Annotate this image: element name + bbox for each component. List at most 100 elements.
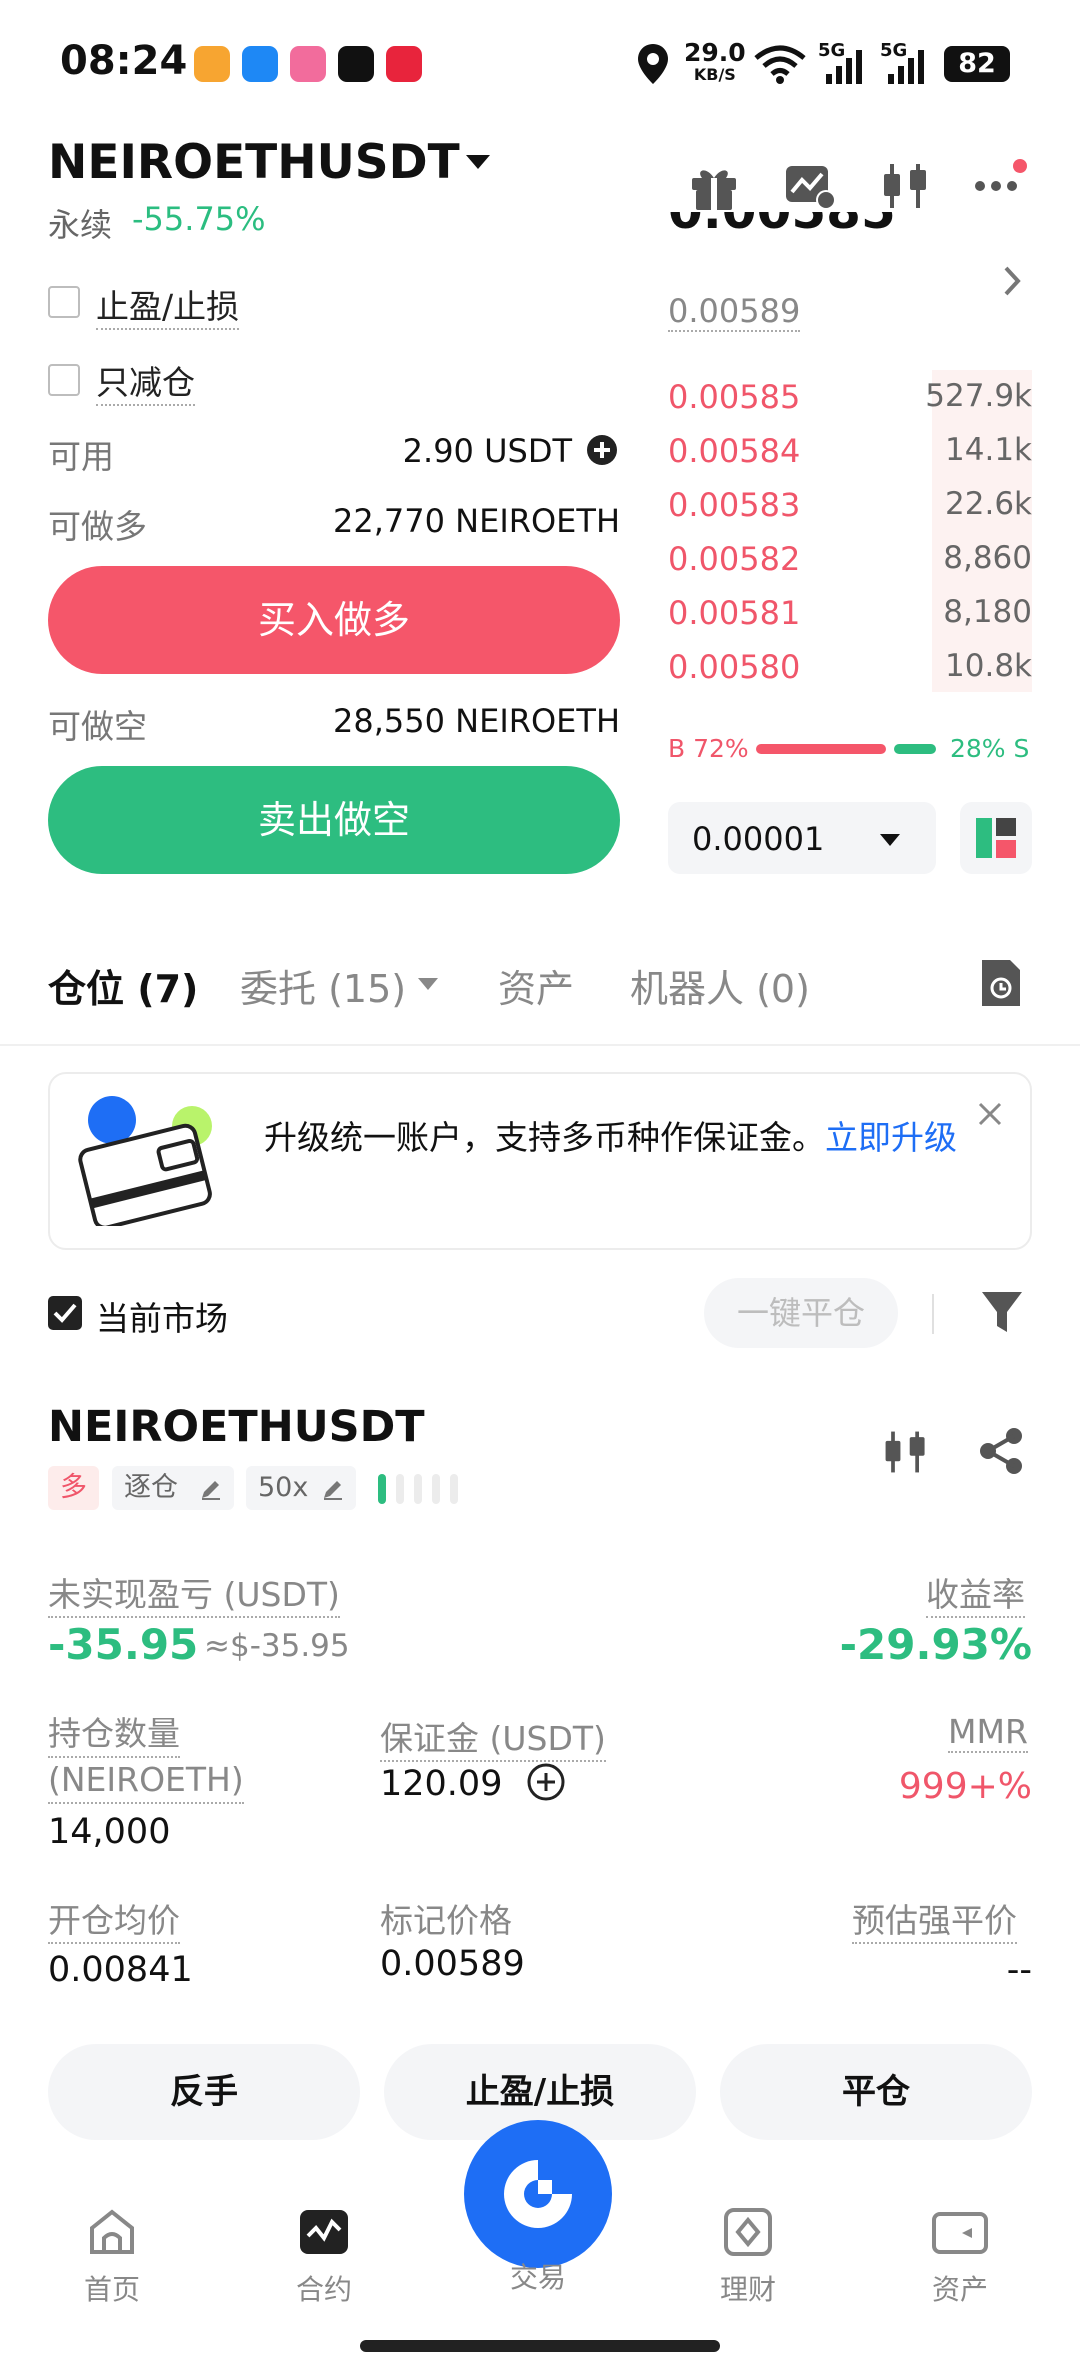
- entry-price-label: 开仓均价: [48, 1894, 180, 1944]
- side-badge: 多: [48, 1466, 99, 1510]
- mmr-label: MMR: [948, 1712, 1028, 1753]
- tp-sl-label[interactable]: 止盈/止损: [96, 280, 240, 330]
- gift-icon[interactable]: [686, 158, 742, 214]
- ask-price[interactable]: 0.00585: [668, 378, 800, 416]
- unrealized-pnl-usd: ≈$-35.95: [204, 1628, 350, 1664]
- earn-icon: [724, 2208, 772, 2256]
- close-all-button[interactable]: 一键平仓: [704, 1278, 898, 1348]
- buy-long-button[interactable]: 买入做多: [48, 566, 620, 674]
- mmr-value: 999+%: [898, 1766, 1032, 1807]
- chevron-down-icon[interactable]: [880, 834, 900, 846]
- position-size-label: 持仓数量 (NEIROETH): [48, 1712, 244, 1804]
- location-icon: [638, 44, 668, 84]
- current-market-label: 当前市场: [96, 1299, 228, 1338]
- long-available-label: 可做多: [48, 507, 147, 546]
- chevron-down-icon[interactable]: [466, 155, 490, 169]
- close-position-button[interactable]: 平仓: [720, 2044, 1032, 2140]
- tick-size-value: 0.00001: [692, 820, 825, 858]
- chevron-down-icon[interactable]: [418, 978, 438, 990]
- home-indicator: [360, 2340, 720, 2352]
- ask-depth-background: [932, 370, 1032, 692]
- reduce-only-label[interactable]: 只减仓: [96, 356, 195, 406]
- last-price: 0.00585: [668, 212, 896, 240]
- add-margin-icon[interactable]: [526, 1762, 566, 1802]
- filter-icon[interactable]: [980, 1288, 1024, 1336]
- pair-title[interactable]: NEIROETHUSDT: [48, 135, 460, 190]
- reduce-only-checkbox[interactable]: [48, 364, 80, 396]
- unrealized-pnl-value: -35.95: [48, 1620, 199, 1669]
- check-icon: [53, 1303, 77, 1323]
- ask-price[interactable]: 0.00583: [668, 486, 800, 524]
- long-available-value: 22,770 NEIROETH: [333, 502, 620, 540]
- tab-orders[interactable]: 委托 (15): [240, 958, 406, 1013]
- upgrade-now-link[interactable]: 立即升级: [825, 1118, 957, 1157]
- chart-edit-icon[interactable]: [782, 158, 838, 214]
- ask-price[interactable]: 0.00581: [668, 594, 800, 632]
- buy-ratio-bar: [756, 744, 886, 754]
- nav-earn[interactable]: 理财: [688, 2208, 808, 2308]
- reverse-button[interactable]: 反手: [48, 2044, 360, 2140]
- edit-icon: [202, 1481, 220, 1500]
- layout-icon: [976, 818, 1016, 858]
- nav-trade-label[interactable]: 交易: [464, 2256, 612, 2296]
- nav-assets[interactable]: 资产: [900, 2208, 1020, 2308]
- orderbook-layout-button[interactable]: [960, 802, 1032, 874]
- candlestick-icon[interactable]: [880, 1426, 932, 1478]
- roi-label: 收益率: [926, 1568, 1025, 1618]
- net-speed: 29.0 KB/S: [684, 38, 746, 84]
- last-price-clip: 0.00585: [668, 212, 908, 272]
- history-icon[interactable]: [978, 956, 1024, 1010]
- edit-icon: [324, 1481, 342, 1500]
- wifi-icon: [754, 45, 806, 84]
- ask-qty: 527.9k: [925, 378, 1032, 414]
- ask-qty: 10.8k: [945, 648, 1032, 684]
- upgrade-banner-text: 升级统一账户，支持多币种作保证金。立即升级: [264, 1118, 957, 1157]
- short-available-value: 28,550 NEIROETH: [333, 702, 620, 740]
- ask-price[interactable]: 0.00580: [668, 648, 800, 686]
- tab-bots[interactable]: 机器人 (0): [630, 958, 810, 1013]
- available-value: 2.90 USDT: [402, 432, 572, 470]
- bilibili-icon: [290, 46, 326, 82]
- home-icon: [90, 2209, 134, 2254]
- liquidation-price-value: --: [1006, 1950, 1032, 1990]
- more-icon[interactable]: [972, 158, 1028, 214]
- ask-qty: 14.1k: [945, 432, 1032, 468]
- short-available-label: 可做空: [48, 707, 147, 746]
- current-market-checkbox[interactable]: [48, 1296, 82, 1330]
- ask-price[interactable]: 0.00582: [668, 540, 800, 578]
- mark-price: 0.00589: [668, 292, 801, 332]
- signal-icon: [888, 50, 924, 84]
- share-icon[interactable]: [976, 1426, 1026, 1476]
- app-notification-icon: [242, 46, 278, 82]
- add-circle-icon[interactable]: [586, 434, 618, 466]
- unrealized-pnl-label: 未实现盈亏 (USDT): [48, 1568, 340, 1618]
- battery-icon: 82: [944, 46, 1010, 82]
- mark-price-label: 标记价格: [380, 1901, 512, 1940]
- ask-price[interactable]: 0.00584: [668, 432, 800, 470]
- margin-mode-badge[interactable]: 逐仓: [112, 1466, 234, 1510]
- available-label: 可用: [48, 437, 114, 476]
- price-change: -55.75%: [132, 200, 266, 238]
- position-pair[interactable]: NEIROETHUSDT: [48, 1402, 425, 1452]
- tab-assets[interactable]: 资产: [498, 958, 574, 1013]
- close-icon[interactable]: [976, 1100, 1004, 1128]
- trade-button[interactable]: [464, 2120, 612, 2268]
- chevron-right-icon[interactable]: [1002, 264, 1022, 298]
- wallet-icon: [932, 2212, 988, 2254]
- entry-price-value: 0.00841: [48, 1950, 193, 1990]
- tab-positions[interactable]: 仓位 (7): [48, 958, 198, 1013]
- risk-level-indicator: [378, 1474, 468, 1504]
- nav-futures[interactable]: 合约: [264, 2208, 384, 2308]
- ask-qty: 22.6k: [945, 486, 1032, 522]
- divider: [0, 1044, 1080, 1046]
- signal-icon: [826, 50, 862, 84]
- candlestick-icon[interactable]: [878, 158, 934, 214]
- tp-sl-checkbox[interactable]: [48, 286, 80, 318]
- nav-home[interactable]: 首页: [52, 2208, 172, 2308]
- leverage-badge[interactable]: 50x: [246, 1466, 356, 1510]
- position-size-value: 14,000: [48, 1812, 171, 1852]
- sell-short-button[interactable]: 卖出做空: [48, 766, 620, 874]
- status-bar: 08:24 29.0 KB/S 5G 5G 82: [0, 0, 1080, 130]
- wallet-icon: [78, 1096, 212, 1226]
- contract-type: 永续: [48, 206, 113, 244]
